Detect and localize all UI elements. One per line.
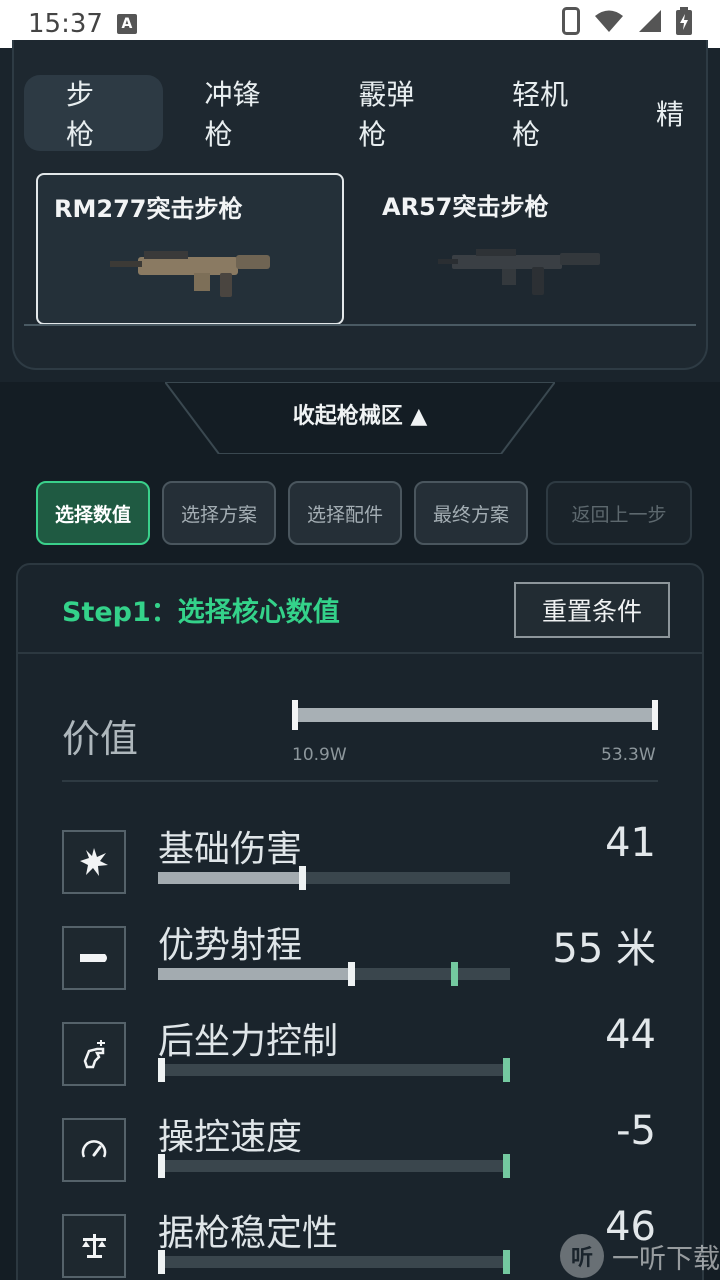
stat-handling-speed: 操控速度 -5 [62, 1108, 662, 1188]
price-min-value: 10.9W [292, 745, 347, 765]
stat-value: 44 [605, 1012, 656, 1058]
tab-lmg[interactable]: 轻机枪 [476, 75, 630, 151]
stat-handle[interactable] [158, 1154, 165, 1178]
gun-card-ar57[interactable]: AR57突击步枪 [366, 173, 674, 325]
step-title: Step1：选择核心数值 [62, 597, 340, 628]
rifle-image [110, 251, 270, 297]
status-time: 15:37 [28, 9, 103, 39]
stat-base-damage: 基础伤害 41 [62, 820, 662, 900]
explosion-icon [62, 830, 126, 894]
stat-name: 据枪稳定性 [158, 1213, 339, 1254]
price-min-handle[interactable] [292, 700, 298, 730]
rifle-image [438, 249, 600, 295]
stat-name: 基础伤害 [158, 829, 303, 870]
price-label: 价值 [62, 717, 139, 761]
watermark: 听 一听下载 [560, 1234, 720, 1278]
back-step-button[interactable]: 返回上一步 [546, 481, 692, 545]
stat-handle[interactable] [299, 866, 306, 890]
step-nav: 选择数值 选择方案 选择配件 最终方案 返回上一步 [36, 481, 692, 545]
stat-slider[interactable] [158, 1250, 510, 1274]
stat-value: 41 [605, 820, 656, 866]
stat-value: 55 米 [552, 926, 656, 972]
stat-slider[interactable] [158, 1058, 510, 1082]
stat-marker [503, 1250, 510, 1274]
stat-handle[interactable] [348, 962, 355, 986]
step-final-plan-button[interactable]: 最终方案 [414, 481, 528, 545]
step-select-values-button[interactable]: 选择数值 [36, 481, 150, 545]
tab-rifle[interactable]: 步枪 [24, 75, 163, 151]
bullet-icon [62, 926, 126, 990]
gun-card-rm277[interactable]: RM277突击步枪 [36, 173, 344, 325]
stat-fill [158, 872, 299, 884]
stat-name: 后坐力控制 [158, 1021, 339, 1062]
price-divider [62, 780, 658, 782]
gun-name: RM277突击步枪 [54, 195, 243, 223]
price-max-value: 53.3W [601, 745, 656, 765]
stat-slider[interactable] [158, 962, 510, 986]
stat-name: 优势射程 [158, 925, 303, 966]
step-select-plan-button[interactable]: 选择方案 [162, 481, 276, 545]
stat-slider[interactable] [158, 866, 510, 890]
stat-marker [503, 1058, 510, 1082]
watermark-logo: 听 [560, 1234, 604, 1278]
wifi-icon [594, 9, 624, 40]
stat-marker [503, 1154, 510, 1178]
gun-name: AR57突击步枪 [382, 193, 549, 221]
stat-value: -5 [616, 1108, 656, 1154]
stat-slider[interactable] [158, 1154, 510, 1178]
recoil-hand-icon [62, 1022, 126, 1086]
battery-charging-icon [676, 6, 692, 42]
stat-fill [158, 968, 348, 980]
tab-smg[interactable]: 冲锋枪 [169, 75, 323, 151]
status-icons [562, 6, 692, 42]
stat-recoil-control: 后坐力控制 44 [62, 1012, 662, 1092]
panel-header-divider [18, 652, 704, 654]
collapse-weapon-area-button[interactable]: 收起枪械区 ▲ [0, 398, 720, 430]
balance-scale-icon [62, 1214, 126, 1278]
watermark-text: 一听下载 [612, 1243, 720, 1275]
step-select-parts-button[interactable]: 选择配件 [288, 481, 402, 545]
tab-marksman[interactable]: 精 [630, 75, 720, 151]
stat-marker [451, 962, 458, 986]
weapon-category-tabs: 步枪 冲锋枪 霰弹枪 轻机枪 精 [24, 75, 720, 151]
price-range-track[interactable] [294, 708, 656, 722]
a-badge-icon: A [116, 14, 137, 34]
stat-handle[interactable] [158, 1058, 165, 1082]
stat-name: 操控速度 [158, 1117, 303, 1158]
phone-icon [562, 6, 580, 42]
signal-icon [638, 9, 662, 40]
stat-handle[interactable] [158, 1250, 165, 1274]
speedometer-icon [62, 1118, 126, 1182]
weapon-divider [24, 324, 696, 326]
stat-effective-range: 优势射程 55 米 [62, 916, 662, 996]
tab-shotgun[interactable]: 霰弹枪 [322, 75, 476, 151]
reset-conditions-button[interactable]: 重置条件 [514, 582, 670, 638]
price-max-handle[interactable] [652, 700, 658, 730]
